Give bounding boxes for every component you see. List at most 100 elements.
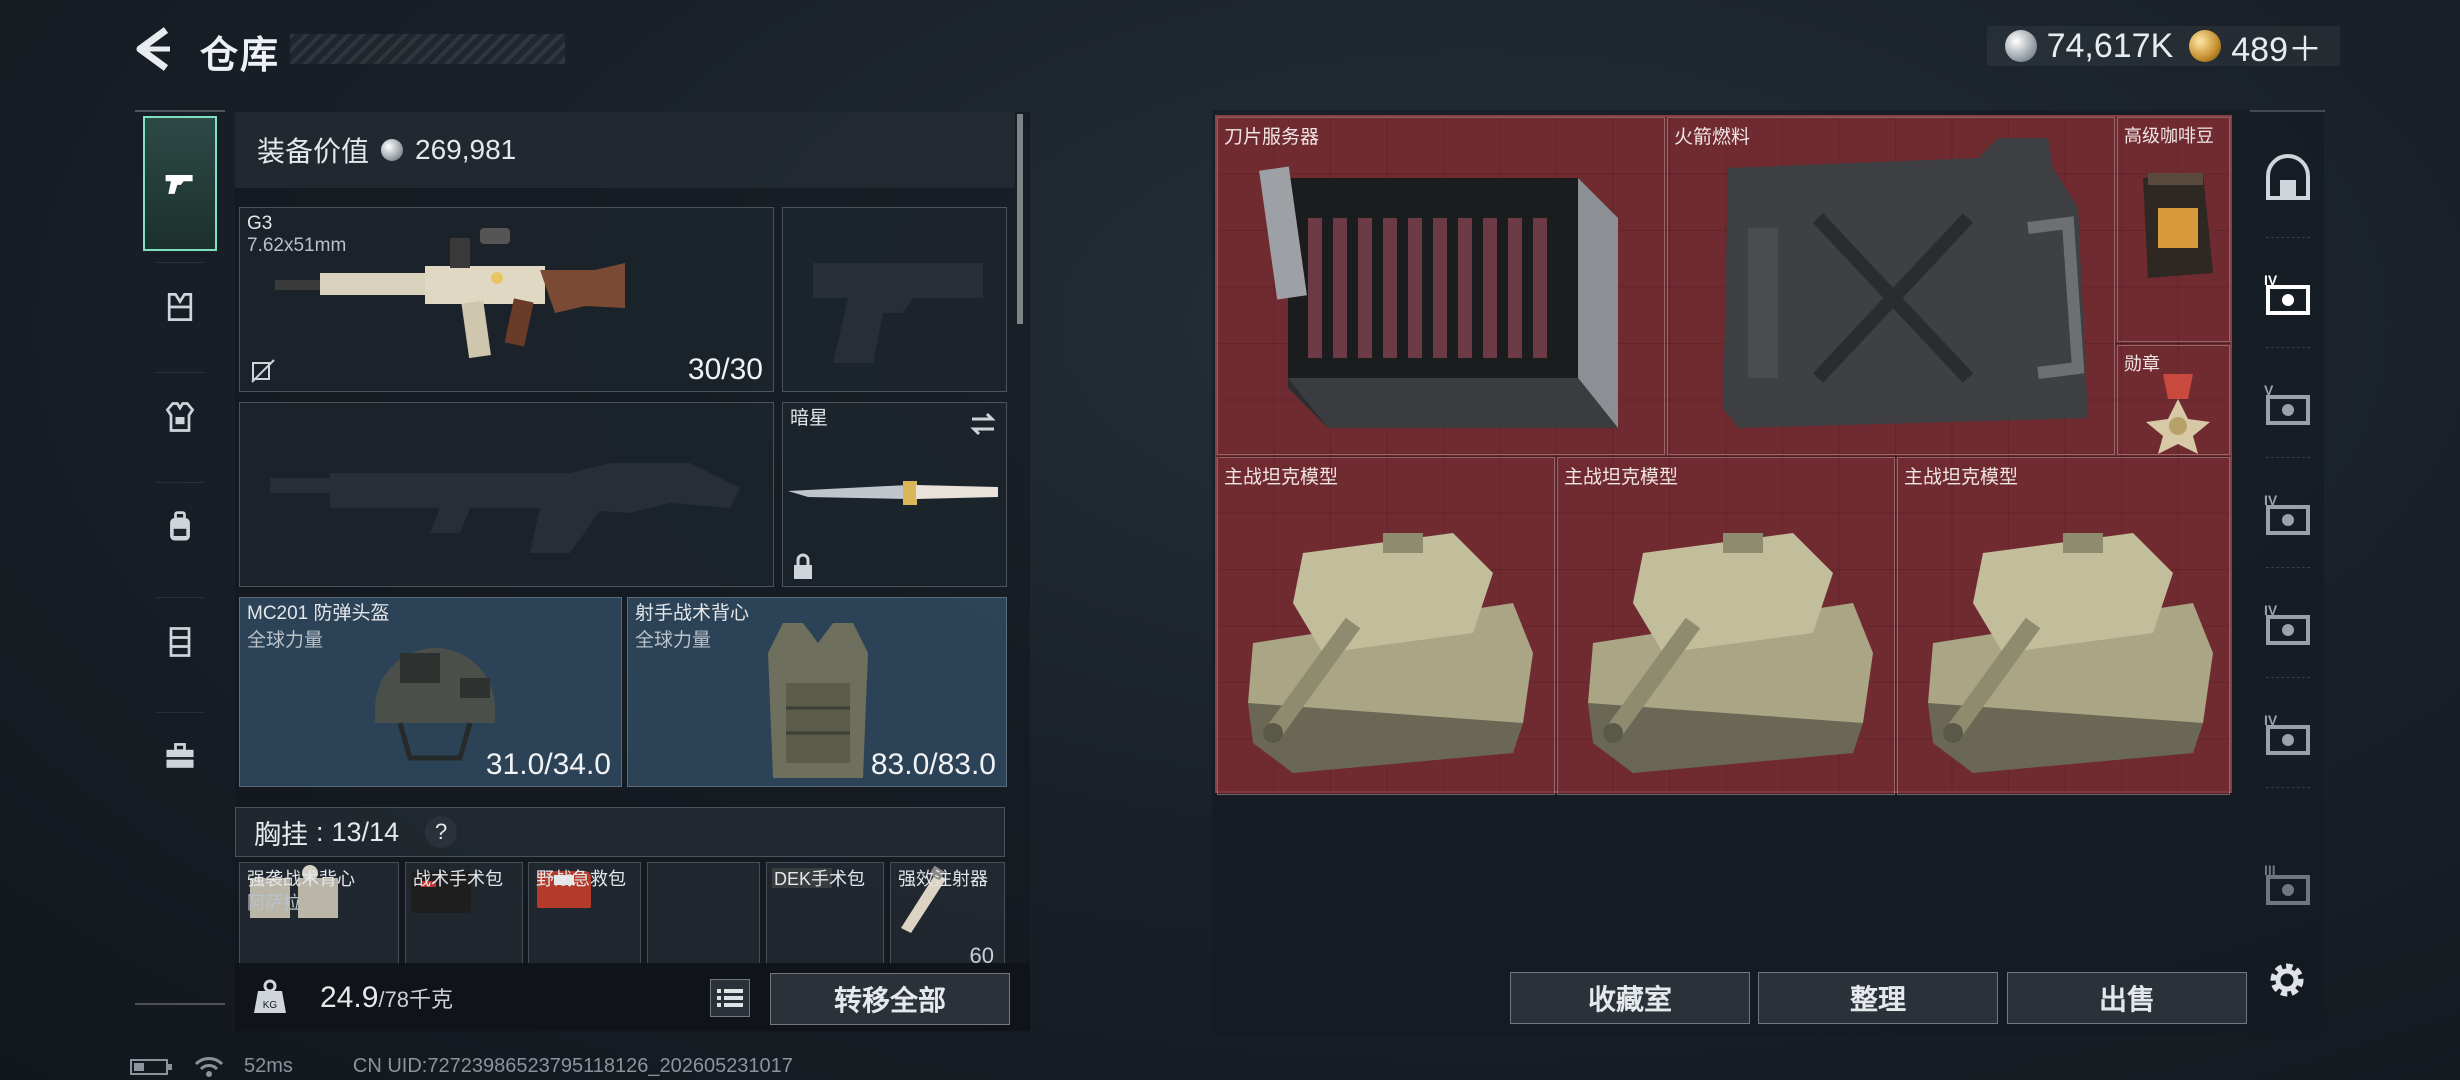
stash-item-blade-server[interactable]: 刀片服务器 [1217,117,1665,455]
gold-currency[interactable]: 489＋ [2189,22,2322,71]
item-name: 强袭战术背心 [247,869,355,889]
chest-item-field-kit[interactable]: 野战急救包 [528,862,641,970]
loadout-panel: 装备价值 269,981 G3 7.62x51mm 30/30 暗星 MC201… [235,112,1030,1032]
item-name: 主战坦克模型 [1904,467,2019,488]
locker-icon [169,627,191,657]
lock-icon [794,553,812,579]
chest-item-dek-kit[interactable]: DEK手术包 [766,862,884,970]
primary-weapon-slot[interactable]: G3 7.62x51mm 30/30 [239,207,774,392]
melee-name: 暗星 [790,408,829,429]
sell-button[interactable]: 出售 [2007,972,2247,1024]
header-bar: 仓库 74,617K 489＋ [0,0,2460,100]
list-view-button[interactable] [710,979,750,1017]
stash-tier-iv-icon: IV [2264,712,2310,755]
silver-coin-icon [381,139,404,161]
back-button[interactable] [130,24,180,74]
loadout-category-rail [135,110,225,1005]
tab-case[interactable] [145,722,215,792]
weight-bar: KG 24.9/78千克 转移全部 [235,963,1030,1031]
collection-room-button[interactable]: 收藏室 [1510,972,1750,1024]
tab-weapons[interactable] [143,116,217,251]
tab-stash-page-6[interactable]: III [2255,852,2321,918]
ammo-count: 30/30 [687,353,763,386]
medal-image [2146,374,2210,454]
item-name: DEK手术包 [774,869,866,889]
tab-chest-rig[interactable] [145,272,215,342]
transfer-all-button[interactable]: 转移全部 [770,973,1010,1025]
melee-slot[interactable]: 暗星 [782,402,1007,587]
tank-model-image [1588,533,1873,773]
chest-rig-label: 胸挂 [254,819,308,850]
loadout-scrollbar[interactable] [1017,114,1023,324]
tab-stash-page-2[interactable]: V [2255,372,2321,438]
stash-item-tank-model-3[interactable]: 主战坦克模型 [1897,457,2230,795]
tab-backpack[interactable] [145,492,215,562]
tab-stash-page-3[interactable]: IV [2255,482,2321,548]
chest-item-injector[interactable]: 强效注射器 60 [890,862,1005,970]
organize-button[interactable]: 整理 [1758,972,1998,1024]
tab-stash-page-4[interactable]: IV [2255,592,2321,658]
stash-item-rocket-fuel[interactable]: 火箭燃料 [1667,117,2115,455]
rifle-placeholder-icon [270,463,740,553]
tab-armor[interactable] [145,382,215,452]
helmet-maker: 全球力量 [247,630,324,651]
silver-coin-icon [2004,30,2037,62]
chest-item-surgical-kit[interactable]: 战术手术包 [405,862,523,970]
chest-item-assault-vest[interactable]: 强袭战术背心 阿萨拉 [239,862,399,970]
knife-image [788,481,998,505]
status-bar: 52ms CN UID:7272398652379511812​6_202605… [130,1053,793,1080]
no-attachment-icon [251,359,275,383]
stash-item-premium-coffee[interactable]: 高级咖啡豆 [2117,117,2230,342]
item-name: 强效注射器 [898,869,988,889]
tab-locker[interactable] [145,607,215,677]
pistol-icon [165,174,193,194]
tank-model-image [1248,533,1533,773]
weight-readout: 24.9/78千克 [320,981,453,1015]
equipment-value-bar: 装备价值 269,981 [235,112,1015,188]
title-decoration [290,34,565,64]
armor-icon [165,402,195,432]
pistol-slot[interactable] [782,207,1007,392]
silver-amount: 74,617K [2046,26,2174,65]
body-armor-slot[interactable]: 射手战术背心 全球力量 83.0/83.0 [627,597,1007,787]
settings-button[interactable] [2262,955,2312,1005]
ping-value: 52ms [244,1055,293,1077]
item-name: 刀片服务器 [1224,127,1320,148]
item-name: 主战坦克模型 [1224,467,1339,488]
chest-item-empty[interactable] [647,862,760,970]
secondary-weapon-slot[interactable] [239,402,774,587]
helmet-slot[interactable]: MC201 防弹头盔 全球力量 31.0/34.0 [239,597,622,787]
svg-text:KG: KG [263,1000,278,1011]
currency-display: 74,617K 489＋ [1986,26,2340,69]
help-button[interactable]: ? [425,816,458,848]
gear-icon [2270,963,2304,997]
stash-grid[interactable]: 刀片服务器 火箭燃料 高级咖啡豆 勋章 主战坦克模型 主战坦克模型 主战坦克模型 [1215,115,2232,795]
stash-tier-v-icon: V [2264,382,2310,425]
gold-coin-icon [2189,30,2222,62]
stash-item-medal[interactable]: 勋章 [2117,345,2230,455]
chest-rig-header: 胸挂 : 13/14 ? [235,807,1005,857]
item-name: 主战坦克模型 [1564,467,1679,488]
stash-item-tank-model-2[interactable]: 主战坦克模型 [1557,457,1895,795]
armor-name: 射手战术背心 [635,603,750,624]
item-name: 高级咖啡豆 [2124,126,2214,146]
tab-stash-main[interactable] [2255,147,2321,213]
pistol-placeholder-icon [813,263,983,363]
wifi-icon [194,1056,224,1077]
stash-item-tank-model-1[interactable]: 主战坦克模型 [1217,457,1555,795]
armor-vest-image [768,623,868,778]
user-uid: CN UID:7272398652379511812​6_20260523101… [352,1055,793,1077]
tab-stash-page-5[interactable]: IV [2255,702,2321,768]
coffee-bag-image [2143,173,2213,278]
armor-maker: 全球力量 [635,630,712,651]
item-name: 战术手术包 [413,869,503,889]
tank-model-image [1928,533,2213,773]
blade-server-image [1259,166,1618,428]
equipment-value: 269,981 [415,134,517,165]
swap-icon[interactable] [968,409,998,439]
gold-amount: 489＋ [2231,30,2322,69]
tab-stash-page-1[interactable]: IV [2255,262,2321,328]
battery-icon [130,1058,172,1075]
weight-icon: KG [250,977,290,1017]
item-sub: 阿萨拉 [247,893,301,913]
